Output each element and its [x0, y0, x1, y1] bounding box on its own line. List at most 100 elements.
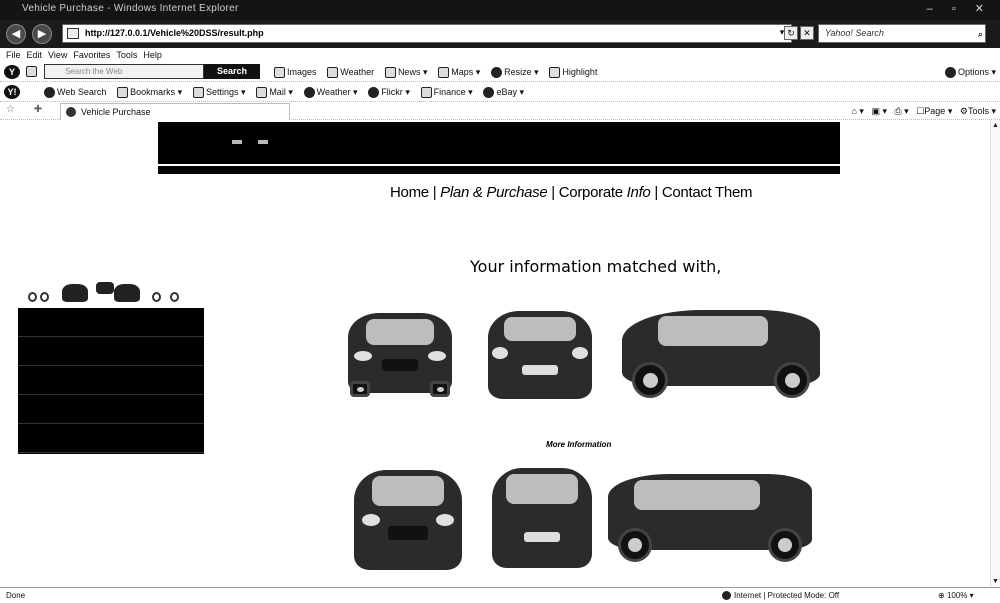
- banner-mark: [258, 140, 268, 144]
- weather2-link[interactable]: Weather ▾: [303, 82, 358, 102]
- forward-button[interactable]: ▶: [32, 24, 52, 44]
- page-menu[interactable]: ☐Page ▾: [916, 106, 952, 116]
- toolbar-search-button[interactable]: Search: [204, 64, 260, 79]
- site-nav: Home | Plan & Purchase | Corporate Info …: [390, 184, 752, 201]
- matched-heading: Your information matched with,: [470, 257, 722, 276]
- vertical-scrollbar[interactable]: ▲ ▼: [990, 120, 1000, 587]
- news-link[interactable]: News ▾: [384, 62, 427, 82]
- settings-link[interactable]: Settings ▾: [192, 82, 246, 102]
- weather-icon: [327, 67, 339, 79]
- menu-help[interactable]: Help: [143, 48, 162, 62]
- sidebar-item[interactable]: [18, 308, 204, 337]
- options-button[interactable]: Options ▾: [944, 62, 996, 82]
- sidebar-item[interactable]: [18, 337, 204, 366]
- search-icon[interactable]: ⌕: [978, 26, 983, 43]
- bookmarks-link[interactable]: Bookmarks ▾: [117, 82, 182, 102]
- resize-icon: [491, 67, 503, 79]
- news-icon: [384, 67, 396, 79]
- maps-link[interactable]: Maps ▾: [438, 62, 480, 82]
- toolbar-dropdown-icon[interactable]: [26, 66, 37, 77]
- mini-car-icon: [96, 282, 114, 294]
- yahoo-y-icon: Y!: [4, 85, 20, 99]
- finance-link[interactable]: Finance ▾: [420, 82, 473, 102]
- wheel-icon: [152, 292, 161, 302]
- menu-favorites[interactable]: Favorites: [73, 48, 110, 62]
- toolbar2-links: Web Search Bookmarks ▾ Settings ▾ Mail ▾…: [36, 82, 524, 102]
- toolbar1-links: Images Weather News ▾ Maps ▾ Resize ▾ Hi…: [266, 62, 597, 82]
- more-information-link[interactable]: More Information: [546, 440, 611, 449]
- highlight-icon: [549, 67, 561, 79]
- banner-mark: [232, 140, 242, 144]
- sidebar-item[interactable]: [18, 366, 204, 395]
- window-controls[interactable]: – ▫ ✕: [927, 2, 992, 15]
- favorites-star-icon[interactable]: ☆ ✚: [6, 104, 50, 115]
- zoom-control[interactable]: ⊕ 100% ▾: [938, 588, 974, 603]
- window-title: Vehicle Purchase - Windows Internet Expl…: [22, 3, 239, 14]
- ebay-link[interactable]: eBay ▾: [483, 82, 524, 102]
- bookmarks-icon: [117, 87, 129, 99]
- toolbar-search-input[interactable]: Search the Web: [44, 64, 204, 79]
- mail-link[interactable]: Mail ▾: [256, 82, 293, 102]
- command-bar: ⌂ ▾ ▣ ▾ ⎙ ▾ ☐Page ▾ ⚙Tools ▾: [851, 102, 996, 120]
- yahoo-toolbar: Y Search the Web Search Images Weather N…: [0, 62, 1000, 82]
- security-zone: Internet | Protected Mode: Off: [722, 588, 839, 603]
- yahoo-toolbar-2: Y! Web Search Bookmarks ▾ Settings ▾ Mai…: [0, 82, 1000, 102]
- nav-corporate-info[interactable]: Corporate Info: [559, 184, 651, 201]
- nav-plan-purchase[interactable]: Plan & Purchase: [440, 184, 548, 201]
- home-icon[interactable]: ⌂ ▾: [851, 106, 863, 116]
- nav-contact[interactable]: Contact Them: [662, 184, 753, 201]
- menu-edit[interactable]: Edit: [27, 48, 43, 62]
- sidebar-item[interactable]: [18, 424, 204, 453]
- menu-tools[interactable]: Tools: [116, 48, 137, 62]
- nav-sep: |: [432, 184, 437, 201]
- browser-search-input[interactable]: Yahoo! Search ⌕: [818, 24, 986, 43]
- tools-menu[interactable]: ⚙Tools ▾: [960, 106, 996, 116]
- scroll-up-icon[interactable]: ▲: [992, 122, 999, 129]
- status-bar: Done Internet | Protected Mode: Off ⊕ 10…: [0, 587, 1000, 603]
- nav-home[interactable]: Home: [390, 184, 429, 201]
- flickr-icon: [368, 87, 380, 99]
- settings-icon: [192, 87, 204, 99]
- wheel-icon: [170, 292, 179, 302]
- menu-view[interactable]: View: [48, 48, 67, 62]
- status-text: Done: [6, 591, 26, 600]
- maps-icon: [438, 67, 450, 79]
- images-icon: [274, 67, 285, 79]
- side-car-graphic: [28, 282, 208, 304]
- address-row: ◀ ▶ http://127.0.0.1/Vehicle%20DSS/resul…: [0, 20, 1000, 48]
- refresh-icon[interactable]: ↻: [784, 26, 798, 40]
- tab-row: ☆ ✚ Vehicle Purchase ⌂ ▾ ▣ ▾ ⎙ ▾ ☐Page ▾…: [0, 102, 1000, 120]
- print-icon[interactable]: ⎙ ▾: [894, 106, 908, 116]
- menu-bar: File Edit View Favorites Tools Help: [0, 48, 1000, 62]
- finance-icon: [420, 87, 432, 99]
- address-url: http://127.0.0.1/Vehicle%20DSS/result.ph…: [85, 28, 264, 38]
- window-title-bar: Vehicle Purchase - Windows Internet Expl…: [0, 0, 1000, 20]
- car-side-view-image: [604, 464, 816, 572]
- weather-link[interactable]: Weather: [327, 62, 374, 82]
- resize-link[interactable]: Resize ▾: [491, 62, 539, 82]
- banner-divider: [158, 164, 840, 166]
- wheel-icon: [40, 292, 49, 302]
- wheel-icon: [28, 292, 37, 302]
- site-banner: [158, 122, 840, 174]
- ie-page-icon: [66, 107, 76, 117]
- tab-vehicle-purchase[interactable]: Vehicle Purchase: [60, 103, 290, 120]
- car-rear-view-image: [488, 460, 596, 572]
- back-button[interactable]: ◀: [6, 24, 26, 44]
- page-viewport: Home | Plan & Purchase | Corporate Info …: [0, 120, 990, 587]
- highlight-link[interactable]: Highlight: [549, 62, 597, 82]
- car-front-view-image: [348, 460, 468, 572]
- sidebar-item[interactable]: [18, 395, 204, 424]
- page-icon: [67, 28, 79, 39]
- flickr-link[interactable]: Flickr ▾: [368, 82, 410, 102]
- feeds-icon[interactable]: ▣ ▾: [871, 106, 887, 116]
- car-side-view-image: [618, 296, 824, 408]
- web-search-link[interactable]: Web Search: [44, 82, 106, 102]
- menu-file[interactable]: File: [6, 48, 21, 62]
- scroll-down-icon[interactable]: ▼: [992, 578, 999, 585]
- options-icon: [944, 67, 956, 79]
- stop-icon[interactable]: ✕: [800, 26, 814, 40]
- images-link[interactable]: Images: [274, 62, 317, 82]
- address-bar[interactable]: http://127.0.0.1/Vehicle%20DSS/result.ph…: [62, 24, 792, 43]
- mini-car-icon: [62, 284, 88, 302]
